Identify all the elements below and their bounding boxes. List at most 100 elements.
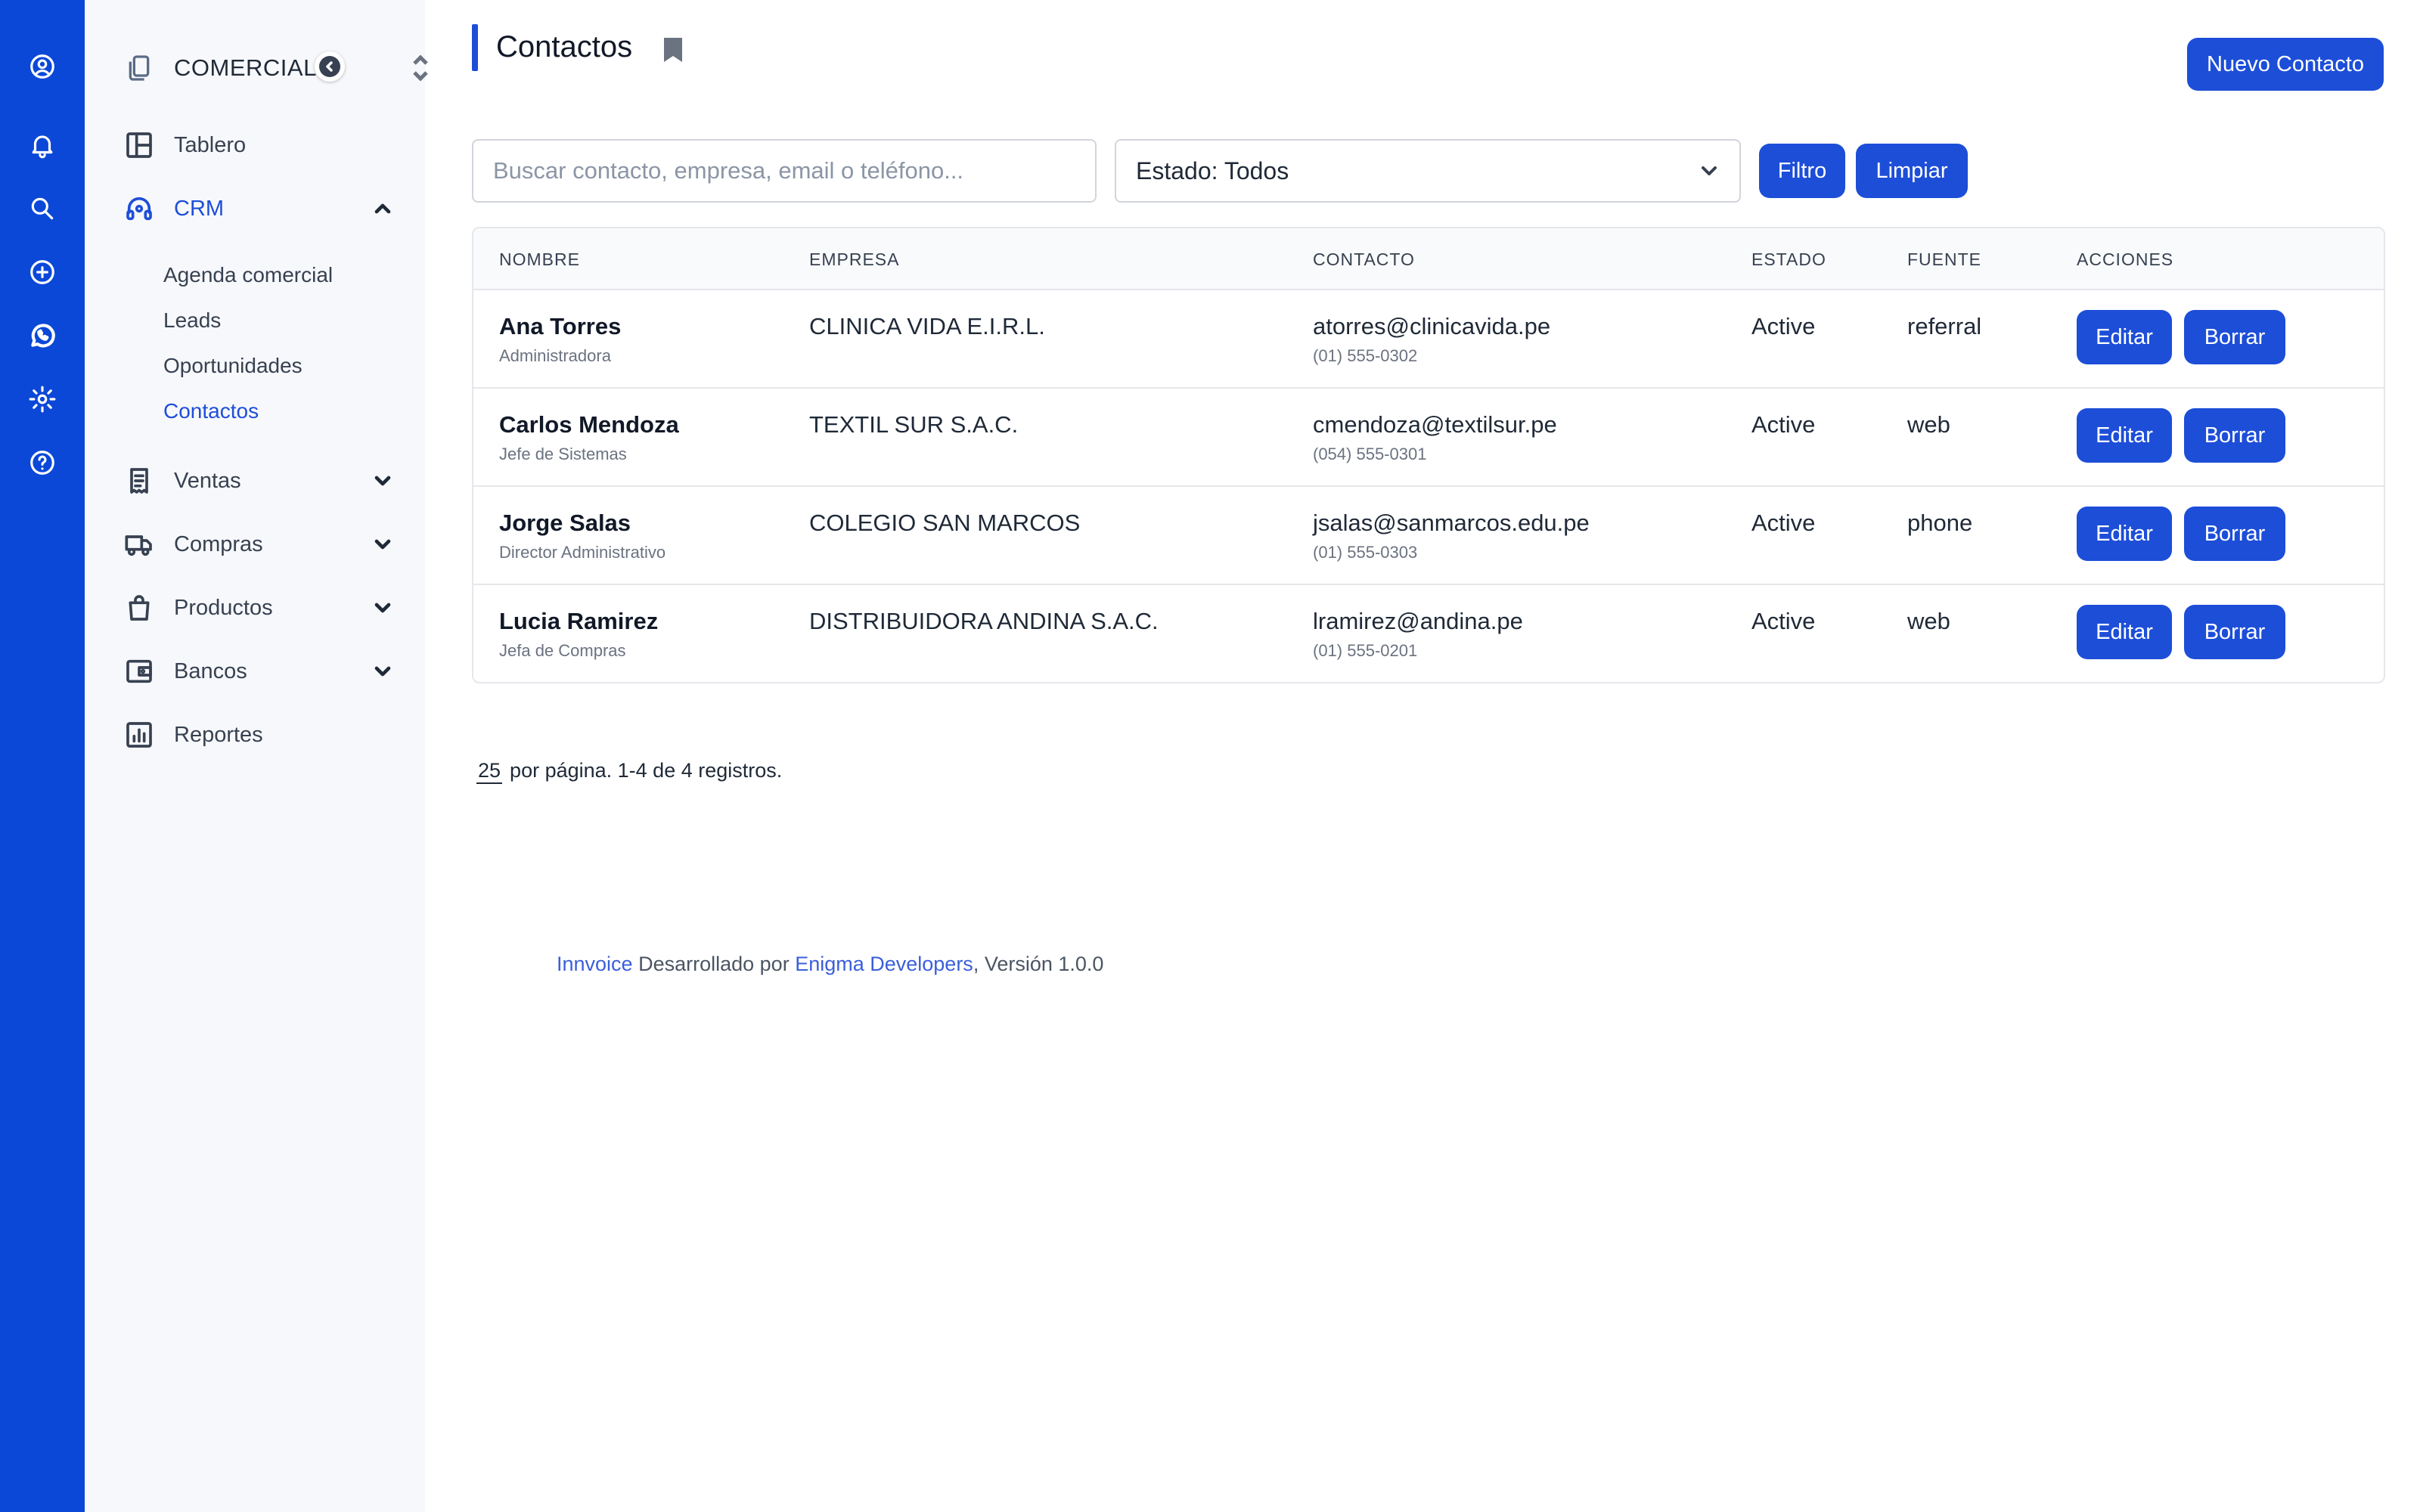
- contact-role: Jefa de Compras: [499, 641, 626, 660]
- edit-button[interactable]: Editar: [2077, 605, 2172, 659]
- contacts-table: NOMBRE EMPRESA CONTACTO ESTADO FUENTE AC…: [472, 227, 2385, 683]
- contact-name: Lucia Ramirez: [499, 608, 659, 634]
- edit-button[interactable]: Editar: [2077, 507, 2172, 561]
- contact-status: Active: [1751, 313, 1816, 339]
- sidebar-item-crm[interactable]: CRM: [123, 186, 402, 231]
- contact-role: Jefe de Sistemas: [499, 445, 627, 463]
- contact-status: Active: [1751, 411, 1816, 438]
- headset-icon: [123, 192, 156, 225]
- contact-name: Carlos Mendoza: [499, 411, 679, 438]
- table-row: Carlos Mendoza Jefe de Sistemas TEXTIL S…: [473, 389, 2384, 487]
- user-circle-icon[interactable]: [27, 51, 57, 82]
- edit-button[interactable]: Editar: [2077, 310, 2172, 364]
- chart-icon: [123, 718, 156, 751]
- footer: Innvoice Desarrollado por Enigma Develop…: [557, 953, 1103, 976]
- contact-email: atorres@clinicavida.pe: [1313, 313, 1551, 339]
- search-input[interactable]: [472, 139, 1097, 203]
- sidebar-item-label: Compras: [174, 531, 263, 556]
- column-header-acciones: ACCIONES: [2077, 249, 2174, 269]
- sidebar-item-ventas[interactable]: Ventas: [123, 458, 402, 503]
- contact-status: Active: [1751, 608, 1816, 634]
- contact-phone: (01) 555-0302: [1313, 346, 1418, 365]
- chevron-updown-icon: [411, 54, 430, 82]
- app-link[interactable]: Innvoice: [557, 953, 633, 975]
- contact-name: Jorge Salas: [499, 510, 631, 536]
- chevron-down-icon: [371, 659, 395, 683]
- delete-button[interactable]: Borrar: [2184, 310, 2285, 364]
- contact-name: Ana Torres: [499, 313, 622, 339]
- contact-role: Administradora: [499, 346, 611, 365]
- contact-email: jsalas@sanmarcos.edu.pe: [1313, 510, 1590, 536]
- version-text: , Versión 1.0.0: [973, 953, 1104, 975]
- footer-text: Desarrollado por: [632, 953, 796, 975]
- pagination: 25 por página. 1-4 de 4 registros.: [476, 759, 782, 784]
- edit-button[interactable]: Editar: [2077, 408, 2172, 463]
- chevron-down-icon: [1697, 159, 1721, 183]
- sidebar-subitem-contactos[interactable]: Contactos: [163, 395, 259, 428]
- gear-icon[interactable]: [27, 384, 57, 414]
- sidebar-item-tablero[interactable]: Tablero: [123, 122, 402, 168]
- contact-company: CLINICA VIDA E.I.R.L.: [809, 313, 1045, 339]
- column-header-contacto: CONTACTO: [1313, 249, 1415, 269]
- delete-button[interactable]: Borrar: [2184, 408, 2285, 463]
- chevron-left-icon: [326, 61, 333, 72]
- help-circle-icon[interactable]: [27, 448, 57, 478]
- status-select[interactable]: Estado: Todos: [1115, 139, 1741, 203]
- contact-phone: (054) 555-0301: [1313, 445, 1427, 463]
- table-header: NOMBRE EMPRESA CONTACTO ESTADO FUENTE AC…: [473, 228, 2384, 290]
- per-page-select[interactable]: 25: [476, 759, 503, 784]
- sidebar-item-label: Reportes: [174, 722, 263, 747]
- chevron-down-icon: [371, 596, 395, 620]
- truck-icon: [123, 528, 156, 561]
- table-row: Jorge Salas Director Administrativo COLE…: [473, 487, 2384, 585]
- contact-company: COLEGIO SAN MARCOS: [809, 510, 1081, 536]
- sidebar-subitem-agenda[interactable]: Agenda comercial: [163, 259, 333, 292]
- contact-role: Director Administrativo: [499, 543, 666, 562]
- sidebar-subitem-oportunidades[interactable]: Oportunidades: [163, 349, 302, 383]
- chevron-down-icon: [371, 469, 395, 493]
- whatsapp-icon[interactable]: [27, 321, 57, 351]
- table-row: Lucia Ramirez Jefa de Compras DISTRIBUID…: [473, 585, 2384, 682]
- sidebar-item-label: CRM: [174, 196, 225, 221]
- column-header-nombre: NOMBRE: [499, 249, 580, 269]
- contact-source: web: [1907, 608, 1950, 634]
- bell-icon[interactable]: [27, 130, 57, 160]
- contact-source: phone: [1907, 510, 1973, 536]
- column-header-estado: ESTADO: [1751, 249, 1826, 269]
- contact-company: TEXTIL SUR S.A.C.: [809, 411, 1019, 438]
- column-header-empresa: EMPRESA: [809, 249, 900, 269]
- contact-phone: (01) 555-0303: [1313, 543, 1418, 562]
- sidebar-item-label: Bancos: [174, 658, 247, 683]
- sidebar-item-label: Ventas: [174, 468, 241, 493]
- chevron-up-icon: [371, 197, 395, 221]
- sidebar-subitem-leads[interactable]: Leads: [163, 304, 221, 337]
- chevron-down-icon: [371, 532, 395, 556]
- sidebar-item-label: Tablero: [174, 132, 247, 157]
- plus-circle-icon[interactable]: [27, 257, 57, 287]
- bookmark-icon[interactable]: [662, 38, 684, 62]
- developer-link[interactable]: Enigma Developers: [795, 953, 973, 975]
- contact-email: cmendoza@textilsur.pe: [1313, 411, 1557, 438]
- contact-status: Active: [1751, 510, 1816, 536]
- contact-source: web: [1907, 411, 1950, 438]
- new-contact-button[interactable]: Nuevo Contacto: [2187, 38, 2384, 91]
- sidebar: COMERCIAL ... Tablero CRM Agenda comerci…: [85, 0, 428, 1512]
- sidebar-collapse-button[interactable]: [315, 51, 345, 82]
- search-icon[interactable]: [27, 194, 57, 224]
- sidebar-item-productos[interactable]: Productos: [123, 585, 402, 631]
- sidebar-item-bancos[interactable]: Bancos: [123, 649, 402, 694]
- contact-company: DISTRIBUIDORA ANDINA S.A.C.: [809, 608, 1159, 634]
- status-select-value: Estado: Todos: [1136, 156, 1289, 184]
- page-title: Contactos: [496, 30, 633, 64]
- sidebar-item-label: Productos: [174, 595, 273, 620]
- sidebar-item-compras[interactable]: Compras: [123, 522, 402, 567]
- company-switcher[interactable]: COMERCIAL ...: [123, 47, 428, 89]
- delete-button[interactable]: Borrar: [2184, 605, 2285, 659]
- shopping-bag-icon: [123, 591, 156, 624]
- delete-button[interactable]: Borrar: [2184, 507, 2285, 561]
- icon-rail: [0, 0, 85, 1512]
- sidebar-item-reportes[interactable]: Reportes: [123, 712, 402, 758]
- wallet-icon: [123, 655, 156, 688]
- clear-button[interactable]: Limpiar: [1856, 144, 1968, 198]
- filter-button[interactable]: Filtro: [1759, 144, 1845, 198]
